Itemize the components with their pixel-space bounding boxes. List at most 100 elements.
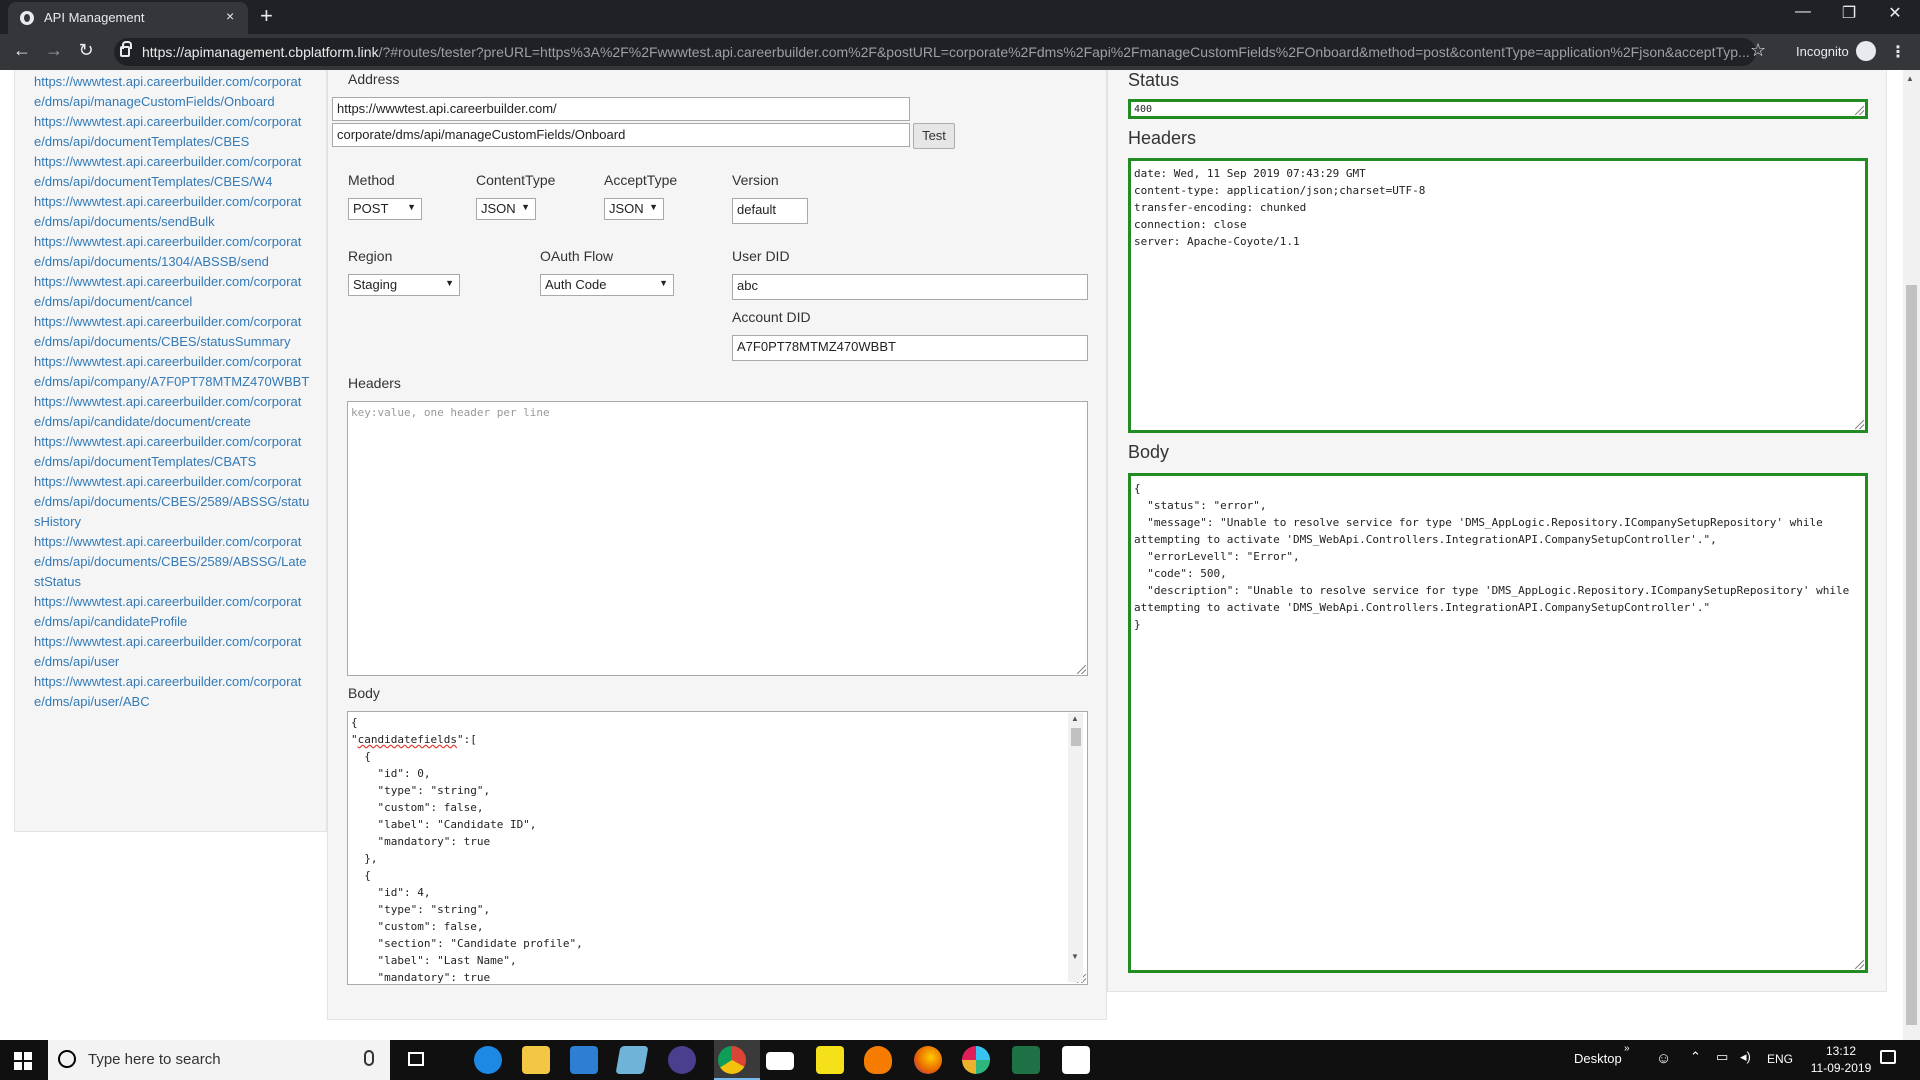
request-body-textarea[interactable]: { "candidatefields":[ { "id": 0, "type":… bbox=[347, 711, 1088, 985]
endpoint-link[interactable]: https://wwwtest.api.careerbuilder.com/co… bbox=[34, 112, 310, 152]
body-scroll-thumb[interactable] bbox=[1071, 728, 1081, 746]
action-center-icon[interactable] bbox=[1880, 1050, 1896, 1064]
method-select[interactable]: POST ▼ bbox=[348, 198, 422, 220]
people-icon[interactable]: ☺ bbox=[1656, 1050, 1671, 1067]
endpoint-link[interactable]: https://wwwtest.api.careerbuilder.com/co… bbox=[34, 232, 310, 272]
response-body-label: Body bbox=[1128, 442, 1170, 462]
task-view-icon[interactable] bbox=[408, 1052, 424, 1066]
address-label: Address bbox=[348, 71, 400, 87]
url-text[interactable]: https://apimanagement.cbplatform.link/?#… bbox=[142, 44, 1750, 60]
windows-start-icon[interactable] bbox=[14, 1052, 32, 1070]
tab-title: API Management bbox=[44, 10, 145, 25]
body-after-key: ":[ bbox=[456, 733, 477, 746]
endpoint-link[interactable]: https://wwwtest.api.careerbuilder.com/co… bbox=[34, 352, 310, 392]
firefox-icon[interactable] bbox=[914, 1046, 942, 1074]
edge-icon[interactable] bbox=[474, 1046, 502, 1074]
back-button[interactable]: ← bbox=[8, 40, 36, 61]
response-body-output[interactable]: { "status": "error", "message": "Unable … bbox=[1128, 473, 1868, 973]
show-hidden-icons-icon[interactable]: ⌃ bbox=[1690, 1049, 1701, 1065]
account-did-label: Account DID bbox=[732, 309, 811, 325]
request-headers-textarea[interactable]: key:value, one header per line bbox=[347, 401, 1088, 676]
sticky-notes-icon[interactable] bbox=[816, 1046, 844, 1074]
body-rest: { "id": 0, "type": "string", "custom": f… bbox=[364, 750, 583, 984]
version-label: Version bbox=[732, 172, 779, 188]
status-output[interactable]: 400 bbox=[1128, 99, 1868, 119]
response-headers-label: Headers bbox=[1128, 128, 1197, 148]
region-select[interactable]: Staging ▼ bbox=[348, 274, 460, 296]
dropdown-arrow-icon: ▼ bbox=[445, 278, 454, 288]
scroll-up-arrow-icon[interactable]: ▲ bbox=[1906, 74, 1914, 83]
xampp-icon[interactable] bbox=[864, 1046, 892, 1074]
url-host: https://apimanagement.cbplatform.link bbox=[142, 44, 379, 60]
toolbar-expand-icon[interactable]: » bbox=[1624, 1043, 1630, 1054]
minimize-button[interactable]: — bbox=[1780, 3, 1826, 21]
tab-close-icon[interactable]: × bbox=[226, 8, 234, 24]
response-headers-text: date: Wed, 11 Sep 2019 07:43:29 GMT cont… bbox=[1134, 167, 1426, 248]
content-type-select[interactable]: JSON ▼ bbox=[476, 198, 536, 220]
reload-button[interactable]: ↻ bbox=[72, 40, 100, 61]
region-label: Region bbox=[348, 248, 393, 264]
chrome-icon[interactable] bbox=[718, 1046, 746, 1074]
status-value: 400 bbox=[1134, 104, 1153, 115]
notepad-icon[interactable] bbox=[615, 1046, 649, 1074]
taskbar-search-placeholder: Type here to search bbox=[88, 1051, 221, 1068]
endpoint-link[interactable]: https://wwwtest.api.careerbuilder.com/co… bbox=[34, 392, 310, 432]
eclipse-icon[interactable] bbox=[668, 1046, 696, 1074]
excel-icon[interactable] bbox=[1012, 1046, 1040, 1074]
endpoint-link[interactable]: https://wwwtest.api.careerbuilder.com/co… bbox=[34, 532, 310, 592]
network-icon[interactable]: ▭ bbox=[1716, 1049, 1728, 1065]
test-button[interactable]: Test bbox=[913, 123, 955, 149]
desktop-toolbar-label[interactable]: Desktop bbox=[1574, 1051, 1622, 1066]
close-window-button[interactable]: ✕ bbox=[1872, 3, 1918, 23]
scroll-up-arrow-icon[interactable]: ▲ bbox=[1071, 714, 1079, 723]
endpoint-link[interactable]: https://wwwtest.api.careerbuilder.com/co… bbox=[34, 192, 310, 232]
store-icon[interactable] bbox=[570, 1046, 598, 1074]
resize-handle-icon[interactable] bbox=[1855, 420, 1864, 429]
oauth-flow-select[interactable]: Auth Code ▼ bbox=[540, 274, 674, 296]
endpoint-link[interactable]: https://wwwtest.api.careerbuilder.com/co… bbox=[34, 312, 310, 352]
dropdown-arrow-icon: ▼ bbox=[659, 278, 668, 288]
clock[interactable]: 13:12 11-09-2019 bbox=[1806, 1043, 1876, 1077]
endpoint-link[interactable]: https://wwwtest.api.careerbuilder.com/co… bbox=[34, 592, 310, 632]
maximize-button[interactable]: ❐ bbox=[1826, 3, 1872, 23]
user-did-input[interactable]: abc bbox=[732, 274, 1088, 300]
mail-icon[interactable] bbox=[766, 1052, 794, 1070]
volume-icon[interactable]: ◂) bbox=[1740, 1049, 1751, 1065]
page-scroll-thumb[interactable] bbox=[1906, 285, 1917, 1025]
account-did-input[interactable]: A7F0PT78MTMZ470WBBT bbox=[732, 335, 1088, 361]
request-body-code: { "candidatefields":[ { "id": 0, "type":… bbox=[351, 716, 583, 984]
endpoint-link[interactable]: https://wwwtest.api.careerbuilder.com/co… bbox=[34, 632, 310, 672]
endpoint-link[interactable]: https://wwwtest.api.careerbuilder.com/co… bbox=[34, 72, 310, 112]
forward-button[interactable]: → bbox=[40, 40, 68, 61]
endpoint-link[interactable]: https://wwwtest.api.careerbuilder.com/co… bbox=[34, 672, 310, 712]
endpoint-link[interactable]: https://wwwtest.api.careerbuilder.com/co… bbox=[34, 472, 310, 532]
accept-type-select[interactable]: JSON ▼ bbox=[604, 198, 664, 220]
response-headers-output[interactable]: date: Wed, 11 Sep 2019 07:43:29 GMT cont… bbox=[1128, 158, 1868, 433]
language-indicator[interactable]: ENG bbox=[1767, 1052, 1793, 1066]
method-label: Method bbox=[348, 172, 395, 188]
scroll-down-arrow-icon[interactable]: ▼ bbox=[1071, 952, 1079, 961]
browser-menu-icon[interactable]: ⋮ bbox=[1890, 42, 1906, 62]
resize-handle-icon[interactable] bbox=[1077, 665, 1086, 674]
body-scrollbar[interactable] bbox=[1068, 713, 1083, 982]
incognito-label: Incognito bbox=[1796, 44, 1849, 59]
bookmark-star-icon[interactable]: ☆ bbox=[1750, 40, 1766, 61]
pre-url-input[interactable]: https://wwwtest.api.careerbuilder.com/ bbox=[332, 97, 910, 121]
accept-type-value: JSON bbox=[609, 201, 644, 216]
version-input[interactable]: default bbox=[732, 198, 808, 224]
endpoint-link[interactable]: https://wwwtest.api.careerbuilder.com/co… bbox=[34, 272, 310, 312]
browser-tab[interactable]: API Management × bbox=[8, 2, 248, 34]
lock-icon[interactable] bbox=[120, 41, 132, 57]
new-tab-button[interactable]: + bbox=[260, 3, 273, 29]
endpoint-link[interactable]: https://wwwtest.api.careerbuilder.com/co… bbox=[34, 432, 310, 472]
post-url-input[interactable]: corporate/dms/api/manageCustomFields/Onb… bbox=[332, 123, 910, 147]
resize-handle-icon[interactable] bbox=[1855, 960, 1864, 969]
url-path: /?#routes/tester?preURL=https%3A%2F%2Fww… bbox=[378, 44, 1750, 60]
endpoint-link[interactable]: https://wwwtest.api.careerbuilder.com/co… bbox=[34, 152, 310, 192]
resize-handle-icon[interactable] bbox=[1855, 106, 1864, 115]
slack-icon[interactable] bbox=[962, 1046, 990, 1074]
file-explorer-icon[interactable] bbox=[522, 1046, 550, 1074]
microphone-icon[interactable] bbox=[364, 1050, 374, 1066]
photos-icon[interactable] bbox=[1062, 1046, 1090, 1074]
favicon-icon bbox=[20, 11, 34, 25]
